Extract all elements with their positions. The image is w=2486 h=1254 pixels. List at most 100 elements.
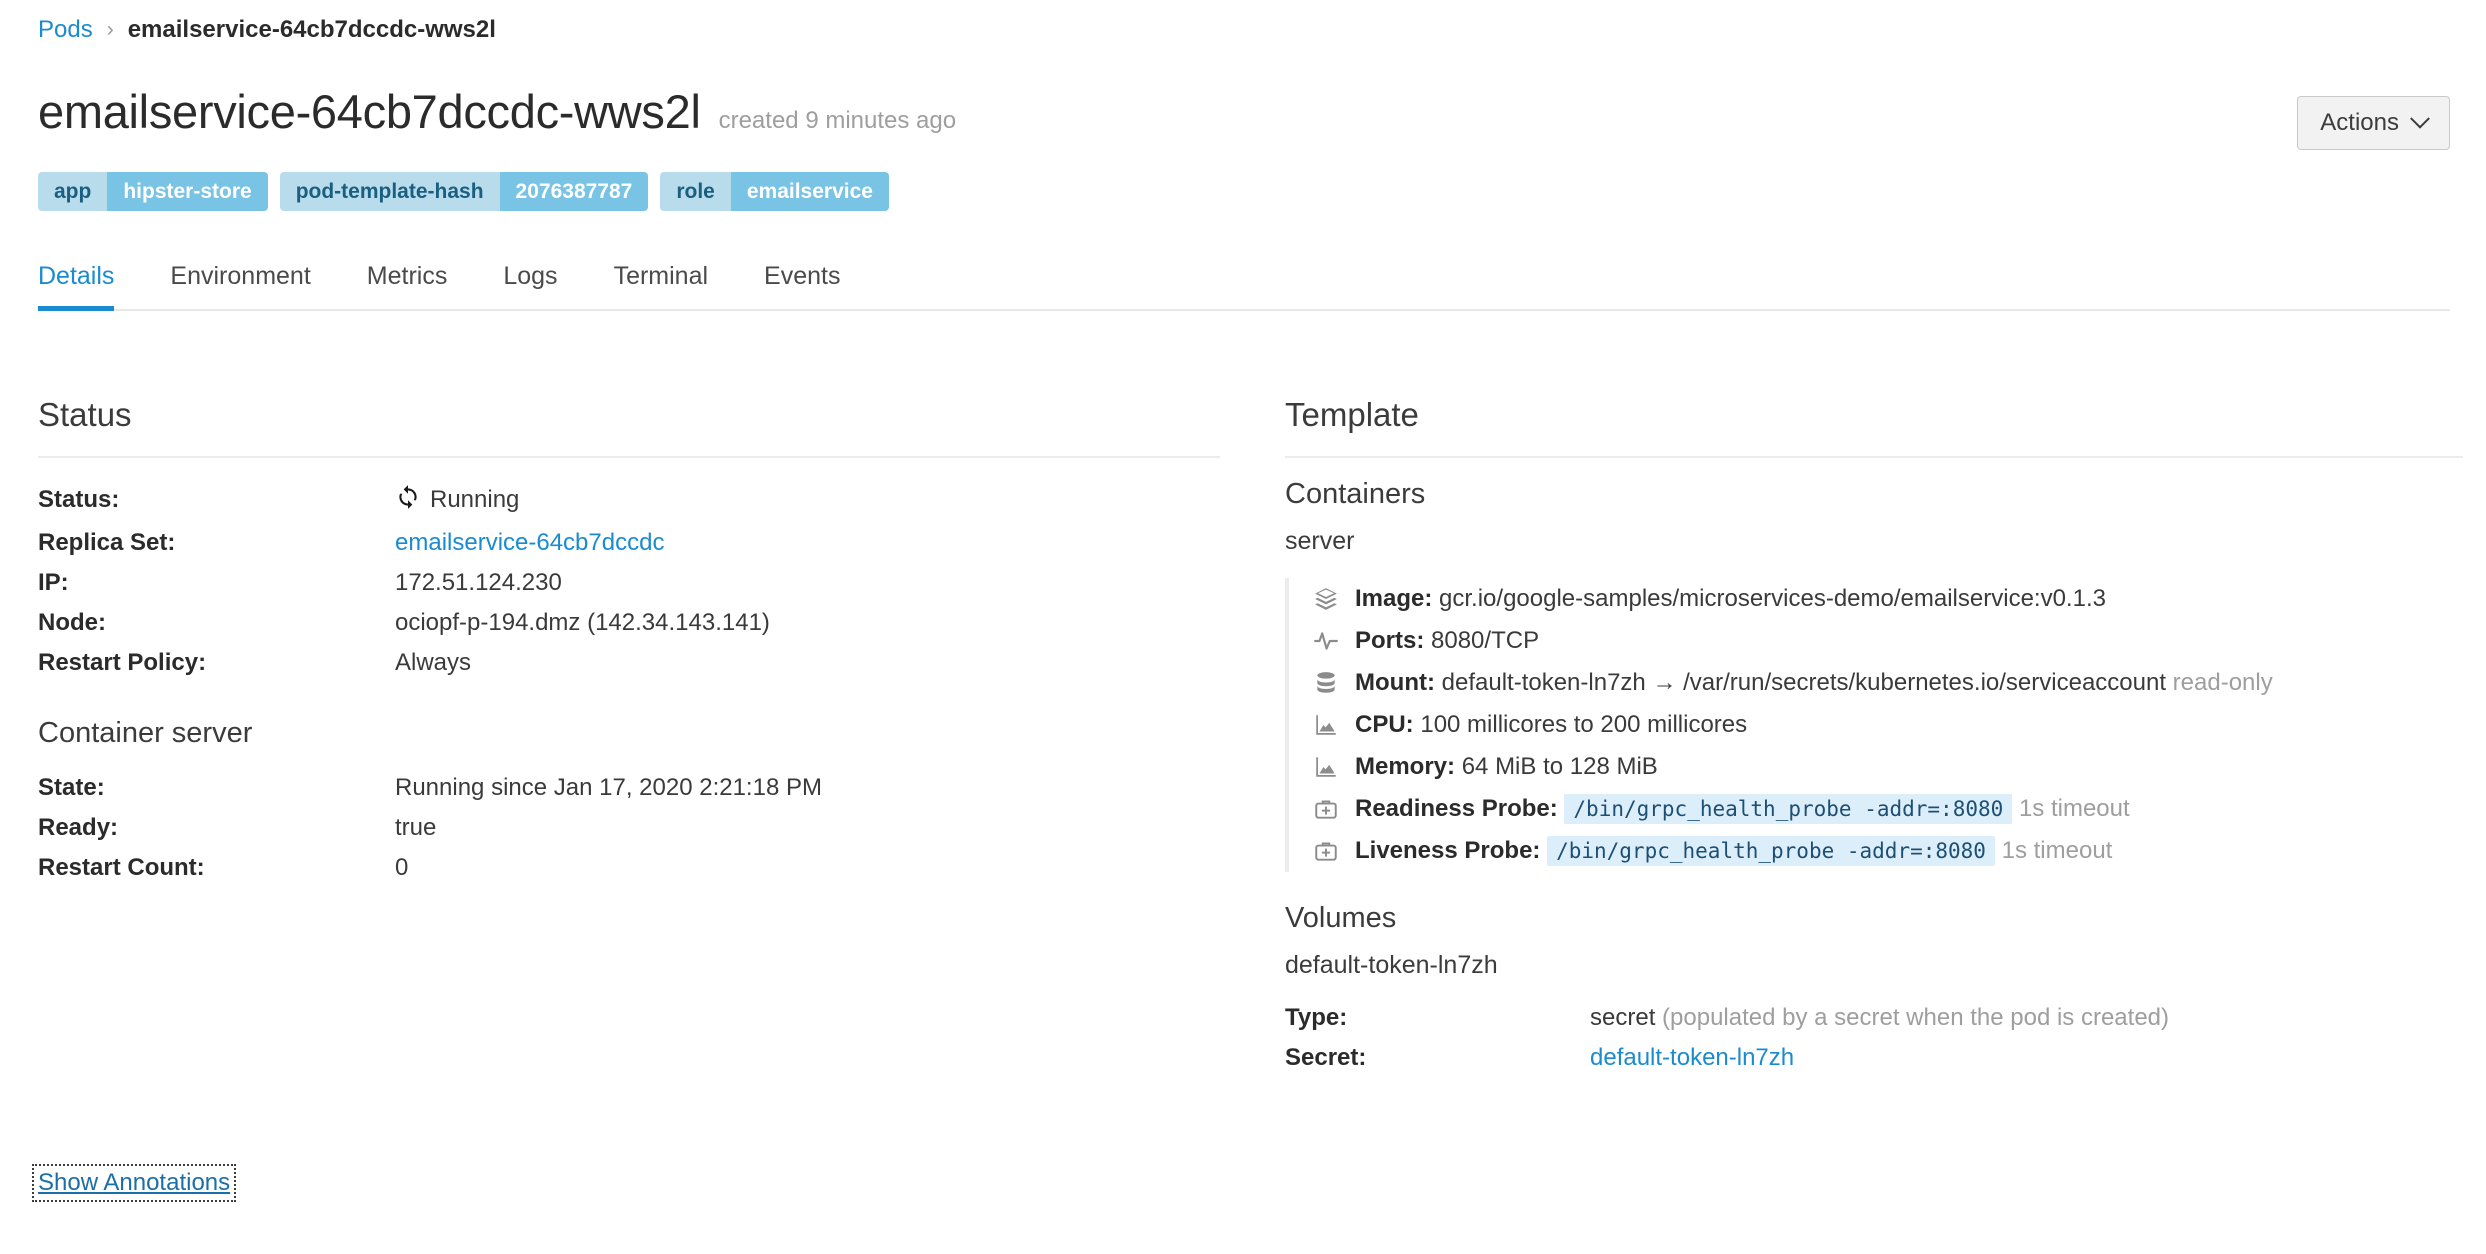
chart-icon — [1311, 710, 1341, 740]
pod-label-value: emailservice — [730, 172, 889, 211]
container-row: Image: gcr.io/google-samples/microservic… — [1311, 578, 2463, 620]
pod-label-value: 2076387787 — [499, 172, 649, 211]
tab-terminal[interactable]: Terminal — [586, 258, 736, 309]
container-status-key: State: — [38, 774, 105, 801]
container-row: Mount: default-token-ln7zh → /var/run/se… — [1311, 662, 2463, 704]
status-row-key: Replica Set: — [38, 529, 176, 556]
container-status-value: 0 — [395, 854, 409, 881]
breadcrumb: Pods › emailservice-64cb7dccdc-wws2l — [38, 16, 496, 44]
chevron-down-icon — [2410, 108, 2430, 129]
container-status-row: Ready: true — [38, 808, 1220, 848]
container-row: Readiness Probe: /bin/grpc_health_probe … — [1311, 788, 2463, 830]
container-row: Liveness Probe: /bin/grpc_health_probe -… — [1311, 830, 2463, 872]
volume-row-value: secret — [1590, 1004, 1656, 1031]
volume-row-key: Type: — [1285, 1004, 1348, 1031]
pod-label-value: hipster-store — [107, 172, 268, 211]
volume-row: Secret: default-token-ln7zh — [1285, 1038, 2463, 1078]
pod-label-chip[interactable]: pod-template-hash 2076387787 — [279, 172, 649, 211]
status-rows: Status: Running Replica Set: emailservice-6… — [38, 480, 1220, 683]
tab-details[interactable]: Details — [38, 258, 142, 311]
breadcrumb-current: emailservice-64cb7dccdc-wws2l — [127, 16, 496, 43]
container-row-label: Image: — [1355, 585, 1433, 612]
container-row: CPU: 100 millicores to 200 millicores — [1311, 704, 2463, 746]
container-row-label: Ports: — [1355, 627, 1425, 654]
page-title: emailservice-64cb7dccdc-wws2l — [38, 85, 701, 138]
show-annotations-link[interactable]: Show Annotations — [31, 1164, 237, 1202]
template-section-title: Template — [1285, 396, 1419, 433]
status-column: Status Status: Running Replica Set: emailse… — [38, 396, 1220, 888]
replica-set-link[interactable]: emailservice-64cb7dccdc — [395, 529, 664, 556]
status-row-value: emailservice-64cb7dccdc — [395, 523, 664, 563]
container-row-text: Mount: default-token-ln7zh → /var/run/se… — [1355, 662, 2273, 704]
volume-row-suffix: (populated by a secret when the pod is c… — [1662, 1004, 2170, 1031]
container-row-value: 8080/TCP — [1431, 627, 1540, 654]
status-section-title: Status — [38, 396, 132, 433]
volume-row-value-cell: secret (populated by a secret when the p… — [1590, 998, 2169, 1038]
container-row-value: 64 MiB to 128 MiB — [1461, 753, 1658, 780]
tab-events[interactable]: Events — [736, 258, 868, 309]
container-row-suffix: read-only — [2172, 669, 2273, 696]
container-status-row: State: Running since Jan 17, 2020 2:21:18… — [38, 768, 1220, 808]
secret-link[interactable]: default-token-ln7zh — [1590, 1044, 1794, 1071]
container-row-text: CPU: 100 millicores to 200 millicores — [1355, 704, 1747, 746]
status-row: IP: 172.51.124.230 — [38, 563, 1220, 603]
sync-icon — [395, 483, 421, 523]
pod-label-key: pod-template-hash — [279, 172, 500, 211]
container-row-label: Memory: — [1355, 753, 1456, 780]
container-row: Memory: 64 MiB to 128 MiB — [1311, 746, 2463, 788]
chart-icon — [1311, 752, 1341, 782]
pulse-icon — [1311, 626, 1341, 656]
layers-icon — [1311, 584, 1341, 614]
pod-labels: app hipster-store pod-template-hash 2076387… — [38, 172, 889, 211]
volume-row: Type: secret (populated by a secret when … — [1285, 998, 2463, 1038]
actions-button[interactable]: Actions — [2297, 96, 2450, 150]
container-status-row: Restart Count: 0 — [38, 848, 1220, 888]
template-column: Template Containers server Image: gcr.io… — [1285, 396, 2463, 1078]
container-row-label: CPU: — [1355, 711, 1414, 738]
container-status-rows: State: Running since Jan 17, 2020 2:21:18… — [38, 768, 1220, 888]
container-status-key: Restart Count: — [38, 854, 205, 881]
status-row-value: ociopf-p-194.dmz (142.34.143.141) — [395, 609, 770, 636]
page-title-row: emailservice-64cb7dccdc-wws2l created 9 … — [38, 88, 956, 135]
container-status-value: Running since Jan 17, 2020 2:21:18 PM — [395, 774, 822, 801]
status-row-key: Status: — [38, 486, 120, 513]
pod-label-key: role — [660, 172, 731, 211]
status-row-value: Always — [395, 649, 472, 676]
status-row: Node: ociopf-p-194.dmz (142.34.143.141) — [38, 603, 1220, 643]
pod-label-chip[interactable]: role emailservice — [660, 172, 889, 211]
pod-label-chip[interactable]: app hipster-store — [38, 172, 268, 211]
page-subtitle: created 9 minutes ago — [718, 107, 957, 134]
probe-command: /bin/grpc_health_probe -addr=:8080 — [1547, 836, 1995, 866]
container-name: server — [1285, 527, 1355, 555]
container-row-label: Readiness Probe: — [1355, 795, 1558, 822]
container-row-text: Liveness Probe: /bin/grpc_health_probe -… — [1355, 830, 2112, 872]
container-row: Ports: 8080/TCP — [1311, 620, 2463, 662]
status-row: Status: Running — [38, 480, 1220, 523]
tab-metrics[interactable]: Metrics — [339, 258, 476, 309]
container-row-label: Liveness Probe: — [1355, 837, 1541, 864]
volume-row-key: Secret: — [1285, 1044, 1367, 1071]
status-row-value: 172.51.124.230 — [395, 569, 562, 596]
status-row-value: Running — [395, 480, 519, 523]
database-icon — [1311, 668, 1341, 698]
container-row-label: Mount: — [1355, 669, 1435, 696]
volume-rows: Type: secret (populated by a secret when … — [1285, 998, 2463, 1078]
container-row-value: default-token-ln7zh → /var/run/secrets/k… — [1441, 669, 2166, 696]
status-row: Restart Policy: Always — [38, 643, 1220, 683]
container-row-value: gcr.io/google-samples/microservices-demo… — [1439, 585, 2106, 612]
volume-row-value-cell: default-token-ln7zh — [1590, 1038, 1794, 1078]
tab-logs[interactable]: Logs — [475, 258, 585, 309]
status-row: Replica Set: emailservice-64cb7dccdc — [38, 523, 1220, 563]
status-row-key: Restart Policy: — [38, 649, 207, 676]
pod-detail-page: Pods › emailservice-64cb7dccdc-wws2l ema… — [0, 0, 2486, 1254]
actions-button-label: Actions — [2320, 109, 2399, 136]
container-row-suffix: 1s timeout — [2018, 795, 2130, 822]
container-row-text: Readiness Probe: /bin/grpc_health_probe … — [1355, 788, 2130, 830]
container-row-text: Image: gcr.io/google-samples/microservic… — [1355, 578, 2106, 620]
breadcrumb-link-pods[interactable]: Pods — [38, 16, 93, 44]
tab-bar: Details Environment Metrics Logs Terminal Eve… — [38, 258, 2450, 311]
pod-label-key: app — [38, 172, 108, 211]
container-status-key: Ready: — [38, 814, 119, 841]
status-row-key: Node: — [38, 609, 106, 636]
tab-environment[interactable]: Environment — [142, 258, 338, 309]
